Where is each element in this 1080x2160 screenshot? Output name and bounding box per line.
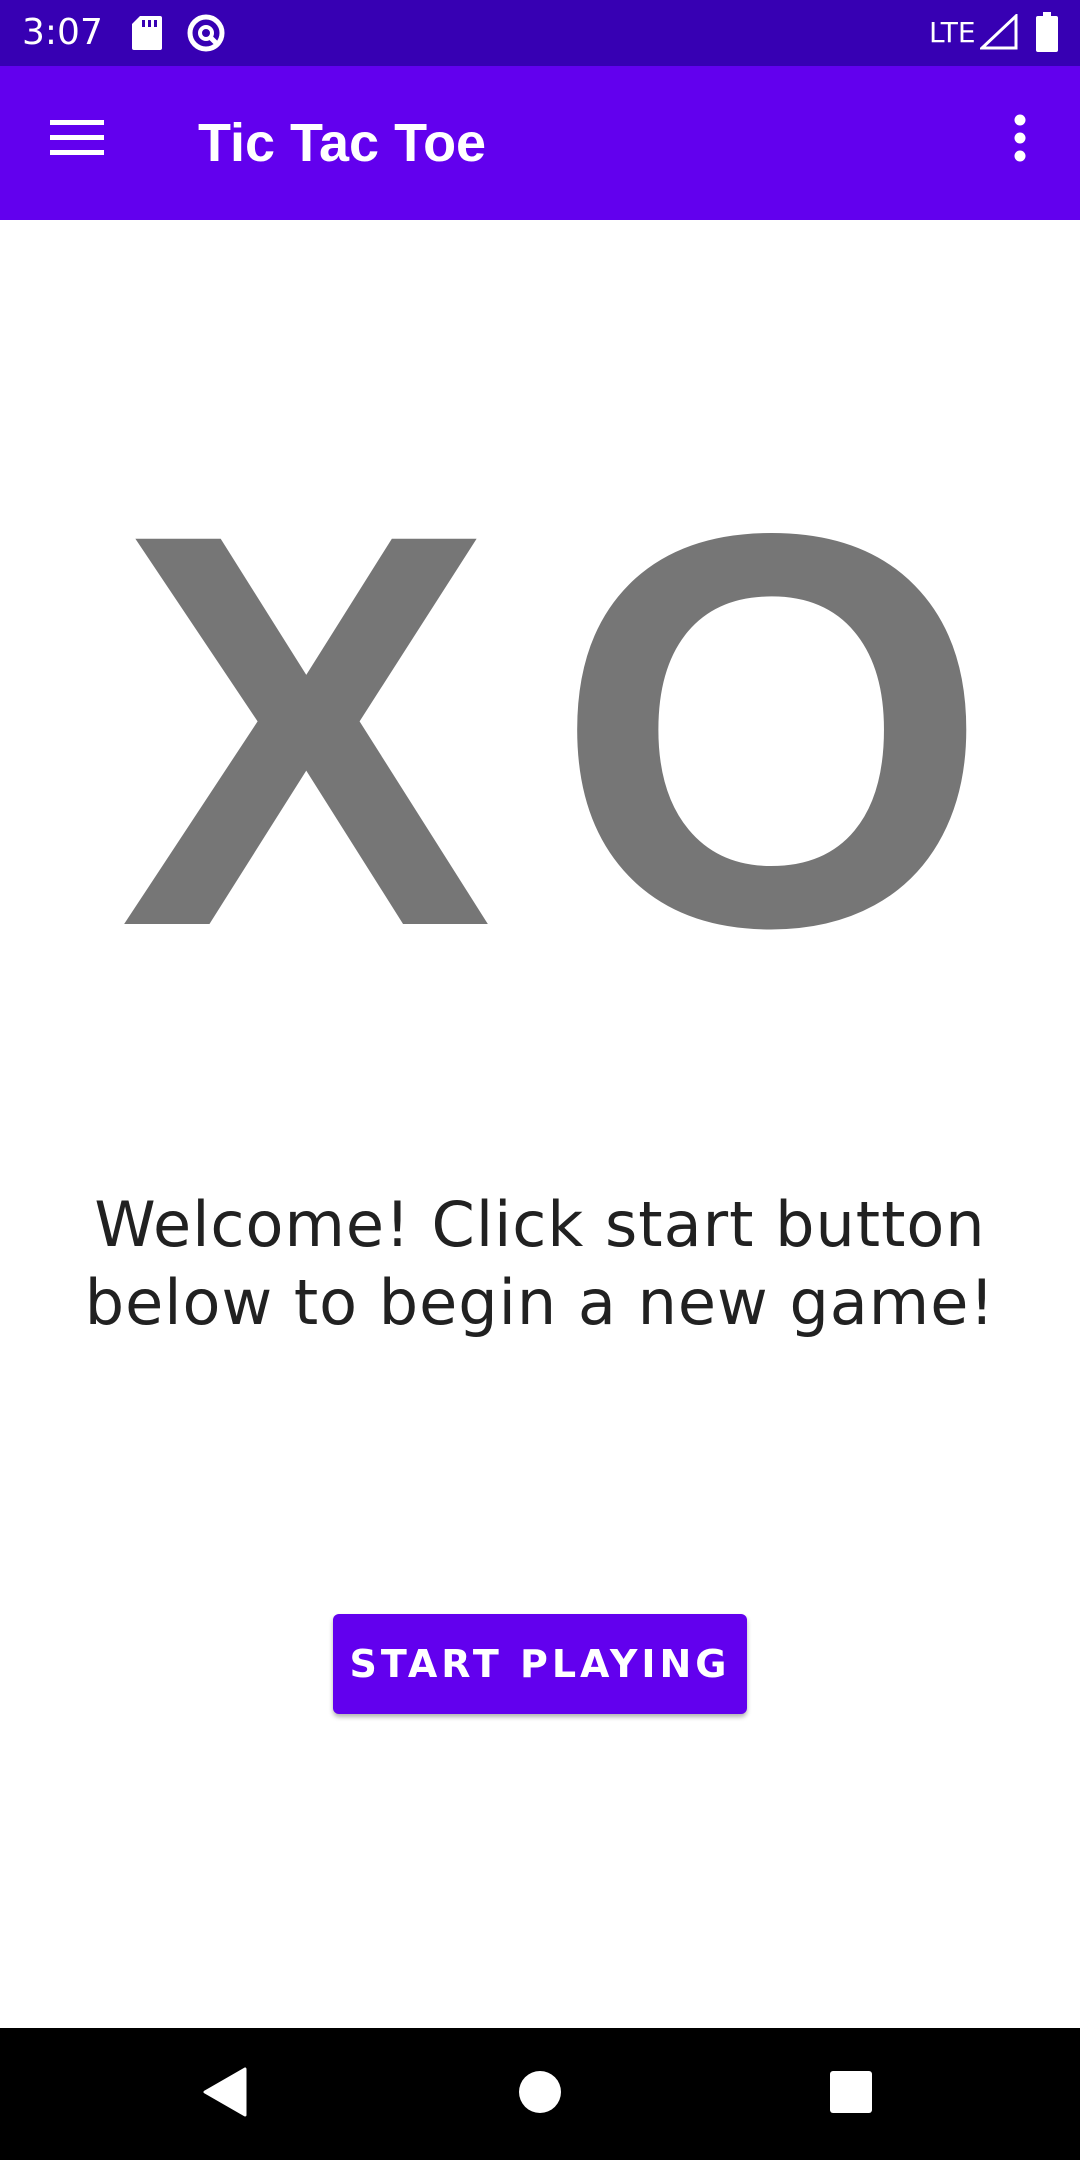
status-time: 3:07	[22, 12, 103, 53]
signal-icon	[978, 12, 1018, 55]
screen: 3:07 LTE Tic Tac Toe X O Welcome! Click …	[0, 0, 1080, 2160]
more-vert-icon	[1013, 114, 1027, 167]
back-icon	[203, 2067, 247, 2122]
overflow-menu-button[interactable]	[990, 102, 1050, 178]
xo-logo: X O	[119, 480, 990, 960]
welcome-message: Welcome! Click start button below to beg…	[84, 1188, 996, 1339]
sync-icon	[186, 13, 226, 58]
app-title: Tic Tac Toe	[198, 113, 487, 173]
start-playing-button[interactable]: START PLAYING	[333, 1614, 747, 1714]
recents-button[interactable]	[811, 2054, 891, 2134]
navigation-bar	[0, 2028, 1080, 2160]
home-icon	[518, 2070, 562, 2119]
logo-x: X	[119, 480, 495, 960]
network-type: LTE	[929, 16, 976, 49]
status-bar: 3:07 LTE	[0, 0, 1080, 66]
recents-icon	[830, 2070, 872, 2118]
logo-o: O	[554, 480, 990, 960]
back-button[interactable]	[185, 2054, 265, 2134]
battery-icon	[1036, 12, 1058, 57]
home-button[interactable]	[500, 2054, 580, 2134]
hamburger-menu-icon	[50, 118, 104, 163]
menu-button[interactable]	[26, 102, 128, 178]
app-bar: Tic Tac Toe	[0, 66, 1080, 220]
sd-card-icon	[132, 16, 162, 55]
